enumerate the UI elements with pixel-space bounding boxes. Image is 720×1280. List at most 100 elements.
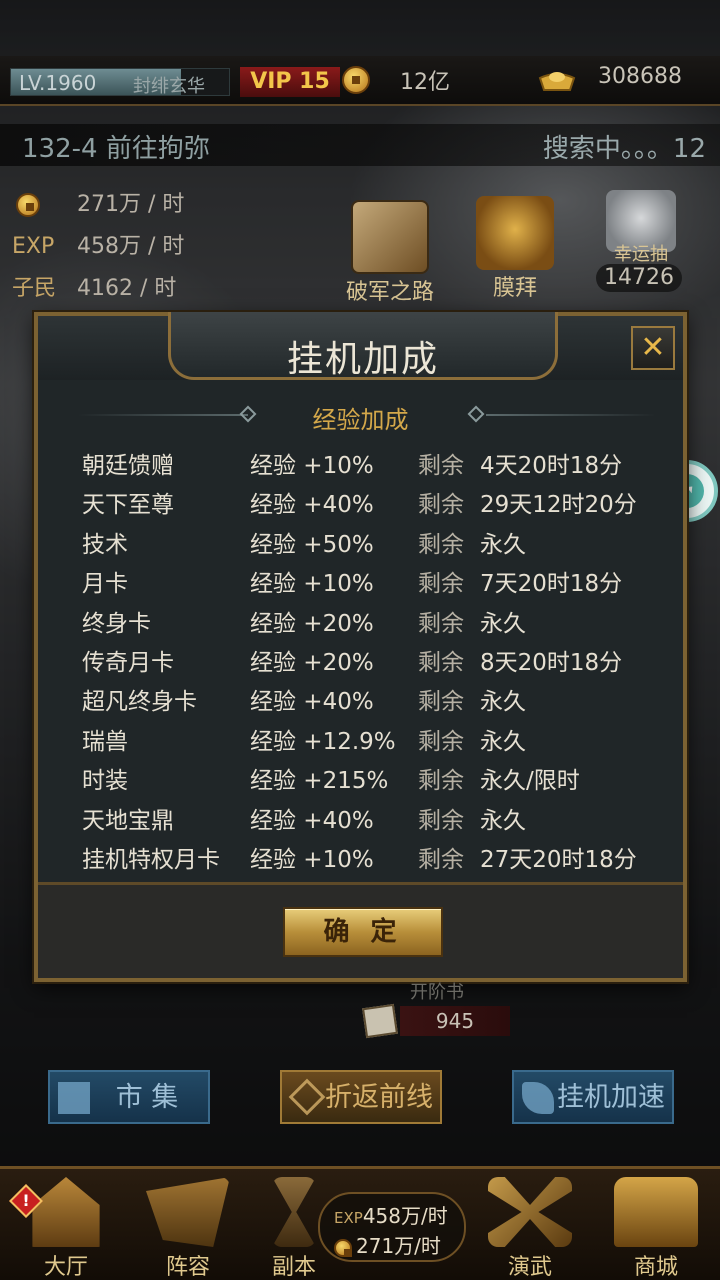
bonus-exp: 经验 +40% xyxy=(250,807,374,834)
copper-rate-value: 271万/时 xyxy=(356,1234,441,1258)
bonus-exp: 经验 +215% xyxy=(250,768,389,795)
idle-bonus-dialog: 挂机加成 ✕ 经验加成 朝廷馈赠 经验 +10% 剩余 4天20时18分 天下至尊 经验… xyxy=(34,312,687,982)
bonus-exp: 经验 +50% xyxy=(250,531,374,558)
pojun-road-button[interactable]: 破军之路 xyxy=(340,200,440,306)
exp-tag: EXP xyxy=(334,1209,363,1227)
palace-icon xyxy=(32,1177,100,1247)
bonus-row: 传奇月卡 经验 +20% 剩余 8天20时18分 xyxy=(82,639,672,678)
bonus-time: 4天20时18分 xyxy=(480,453,623,479)
vip-badge[interactable]: VIP 15 xyxy=(240,67,340,97)
lucky-draw-button[interactable]: 幸运抽 xyxy=(596,190,686,266)
return-frontline-button[interactable]: 折返前线 xyxy=(280,1070,442,1124)
return-label: 折返前线 xyxy=(325,1082,433,1113)
nav-hall-label: 大厅 xyxy=(43,1255,88,1280)
gold-ingot-icon xyxy=(538,72,576,91)
scroll-item-label: 开阶书 xyxy=(410,982,464,1003)
market-button[interactable]: 市 集 xyxy=(48,1070,210,1124)
bonus-source: 终身卡 xyxy=(82,610,151,637)
market-stall-icon xyxy=(58,1082,90,1114)
nav-drill[interactable]: 演武 xyxy=(470,1177,590,1280)
bonus-time: 7天20时18分 xyxy=(480,571,623,598)
lucky-draw-count: 14726 xyxy=(596,264,682,292)
alert-mark: ! xyxy=(22,1191,30,1210)
bonus-row: 月卡 经验 +10% 剩余 7天20时18分 xyxy=(82,560,672,599)
bonus-exp: 经验 +40% xyxy=(250,492,374,519)
bonus-remain-label: 剩余 xyxy=(418,571,464,598)
exp-rate-value: 458万/时 xyxy=(362,1204,448,1228)
bonus-remain-label: 剩余 xyxy=(418,492,464,519)
bonus-row: 瑞兽 经验 +12.9% 剩余 永久 xyxy=(82,718,672,757)
idle-speedup-button[interactable]: 挂机加速 xyxy=(512,1070,674,1124)
bonus-remain-label: 剩余 xyxy=(418,453,464,479)
bonus-exp: 经验 +40% xyxy=(250,689,374,716)
section-divider-right xyxy=(486,414,656,416)
bonus-time: 永久 xyxy=(480,807,526,834)
bonus-row: 朝廷馈赠 经验 +10% 剩余 4天20时18分 xyxy=(82,442,672,481)
exp-rate: 458万 / 时 xyxy=(77,234,185,259)
bonus-remain-label: 剩余 xyxy=(418,728,464,755)
bonus-row: 超凡终身卡 经验 +40% 剩余 永久 xyxy=(82,678,672,717)
treasure-chest-icon xyxy=(614,1177,698,1247)
subject-rate: 4162 / 时 xyxy=(77,276,177,301)
speedup-label: 挂机加速 xyxy=(557,1082,665,1113)
lucky-draw-label: 幸运抽 xyxy=(614,244,668,265)
nav-shop-label: 商城 xyxy=(633,1255,678,1280)
stage-label[interactable]: 132-4 前往拘弥 xyxy=(22,128,210,165)
rate-label-copper xyxy=(12,192,70,217)
bonus-row: 技术 经验 +50% 剩余 永久 xyxy=(82,521,672,560)
section-title: 经验加成 xyxy=(312,406,409,434)
treasure-pot-icon xyxy=(476,196,554,270)
subject-label: 子民 xyxy=(12,276,57,301)
dialog-footer: 确 定 xyxy=(38,882,683,978)
bonus-source: 传奇月卡 xyxy=(82,649,174,676)
bonus-remain-label: 剩余 xyxy=(418,768,464,795)
bonus-row: 时装 经验 +215% 剩余 永久/限时 xyxy=(82,757,672,796)
bonus-time: 8天20时18分 xyxy=(480,649,623,676)
bonus-source: 天地宝鼎 xyxy=(82,807,174,834)
return-arrow-icon xyxy=(288,1078,326,1116)
player-name: 封绯玄华 xyxy=(133,76,205,97)
stage-row: 132-4 前往拘弥 搜索中。。。12 xyxy=(0,124,720,166)
bonus-remain-label: 剩余 xyxy=(418,531,464,558)
bonus-time: 永久 xyxy=(480,531,526,558)
bonus-remain-label: 剩余 xyxy=(418,610,464,637)
book-counter: 945 xyxy=(360,1003,520,1039)
bonus-source: 朝廷馈赠 xyxy=(82,453,174,479)
bonus-source: 天下至尊 xyxy=(82,492,174,519)
bonus-time: 永久 xyxy=(480,610,526,637)
nav-shop[interactable]: 商城 xyxy=(596,1177,716,1280)
bonus-list: 朝廷馈赠 经验 +10% 剩余 4天20时18分 天下至尊 经验 +40% 剩余 29天12… xyxy=(82,442,672,875)
nav-hall[interactable]: 大厅 ! xyxy=(6,1177,126,1280)
bonus-row: 挂机特权月卡 经验 +10% 剩余 27天20时18分 xyxy=(82,836,672,875)
bonus-source: 技术 xyxy=(82,531,128,558)
wing-icon xyxy=(522,1082,554,1114)
crossed-swords-icon xyxy=(488,1177,572,1247)
gold-amount: 308688 xyxy=(598,64,682,89)
bonus-time: 永久 xyxy=(480,728,526,755)
copper-coin-icon xyxy=(342,66,370,94)
bonus-row: 终身卡 经验 +20% 剩余 永久 xyxy=(82,600,672,639)
worship-label: 膜拜 xyxy=(492,276,537,301)
market-label: 市 集 xyxy=(115,1082,179,1113)
worship-button[interactable]: 膜拜 xyxy=(470,196,560,302)
bonus-row: 天下至尊 经验 +40% 剩余 29天12时20分 xyxy=(82,481,672,520)
bonus-row: 天地宝鼎 经验 +40% 剩余 永久 xyxy=(82,797,672,836)
subject-rate-row: 子民 4162 / 时 xyxy=(12,270,176,304)
bonus-exp: 经验 +20% xyxy=(250,649,374,676)
confirm-button[interactable]: 确 定 xyxy=(283,907,443,957)
bonus-exp: 经验 +10% xyxy=(250,571,374,598)
bonus-source: 超凡终身卡 xyxy=(82,689,197,716)
dialog-title: 挂机加成 xyxy=(286,339,439,380)
section-header: 经验加成 xyxy=(38,400,683,434)
exp-rate-line: EXP458万/时 xyxy=(334,1200,448,1229)
nav-lineup[interactable]: 阵容 xyxy=(128,1177,248,1280)
bonus-time: 27天20时18分 xyxy=(480,846,637,873)
close-button[interactable]: ✕ xyxy=(631,326,675,370)
copper-rate: 271万 / 时 xyxy=(77,192,185,217)
close-icon: ✕ xyxy=(640,330,666,365)
book-icon xyxy=(362,1003,398,1039)
copper-rate-row: 271万 / 时 xyxy=(12,186,184,220)
level-bar: LV.1960 封绯玄华 xyxy=(10,68,230,97)
bonus-time: 永久/限时 xyxy=(480,768,580,795)
idle-rates-panel[interactable]: EXP458万/时 271万/时 xyxy=(318,1192,466,1262)
